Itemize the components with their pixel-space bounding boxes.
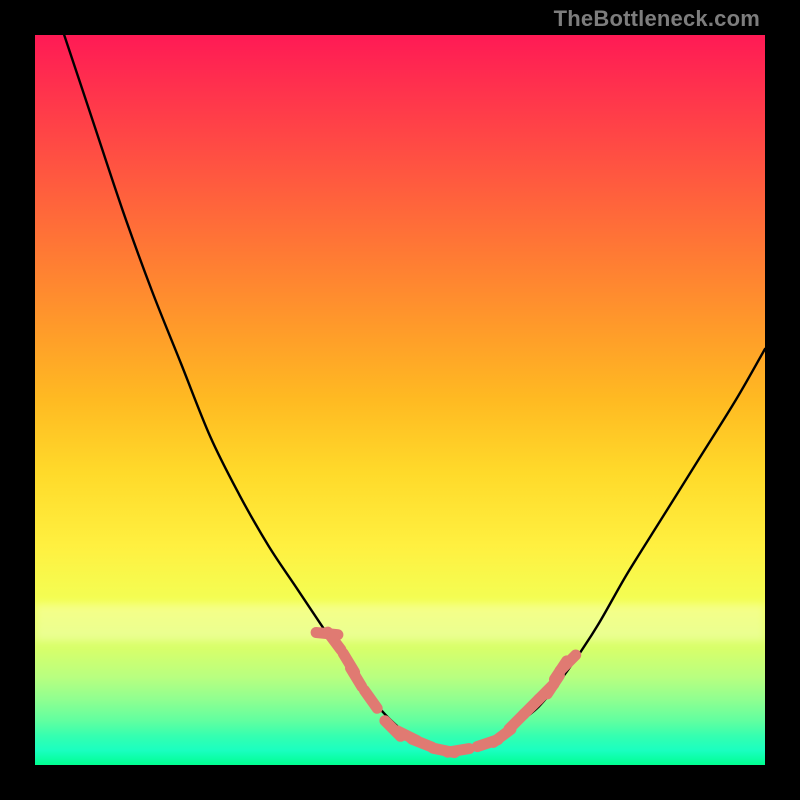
marker-group: [316, 632, 576, 753]
bottleneck-curve: [64, 35, 765, 751]
watermark-text: TheBottleneck.com: [554, 6, 760, 32]
marker-dash: [560, 655, 576, 671]
marker-dash: [364, 690, 377, 708]
marker-dash: [351, 668, 362, 687]
chart-frame: TheBottleneck.com: [0, 0, 800, 800]
chart-svg: [35, 35, 765, 765]
plot-area: [35, 35, 765, 765]
marker-dash: [448, 749, 470, 753]
